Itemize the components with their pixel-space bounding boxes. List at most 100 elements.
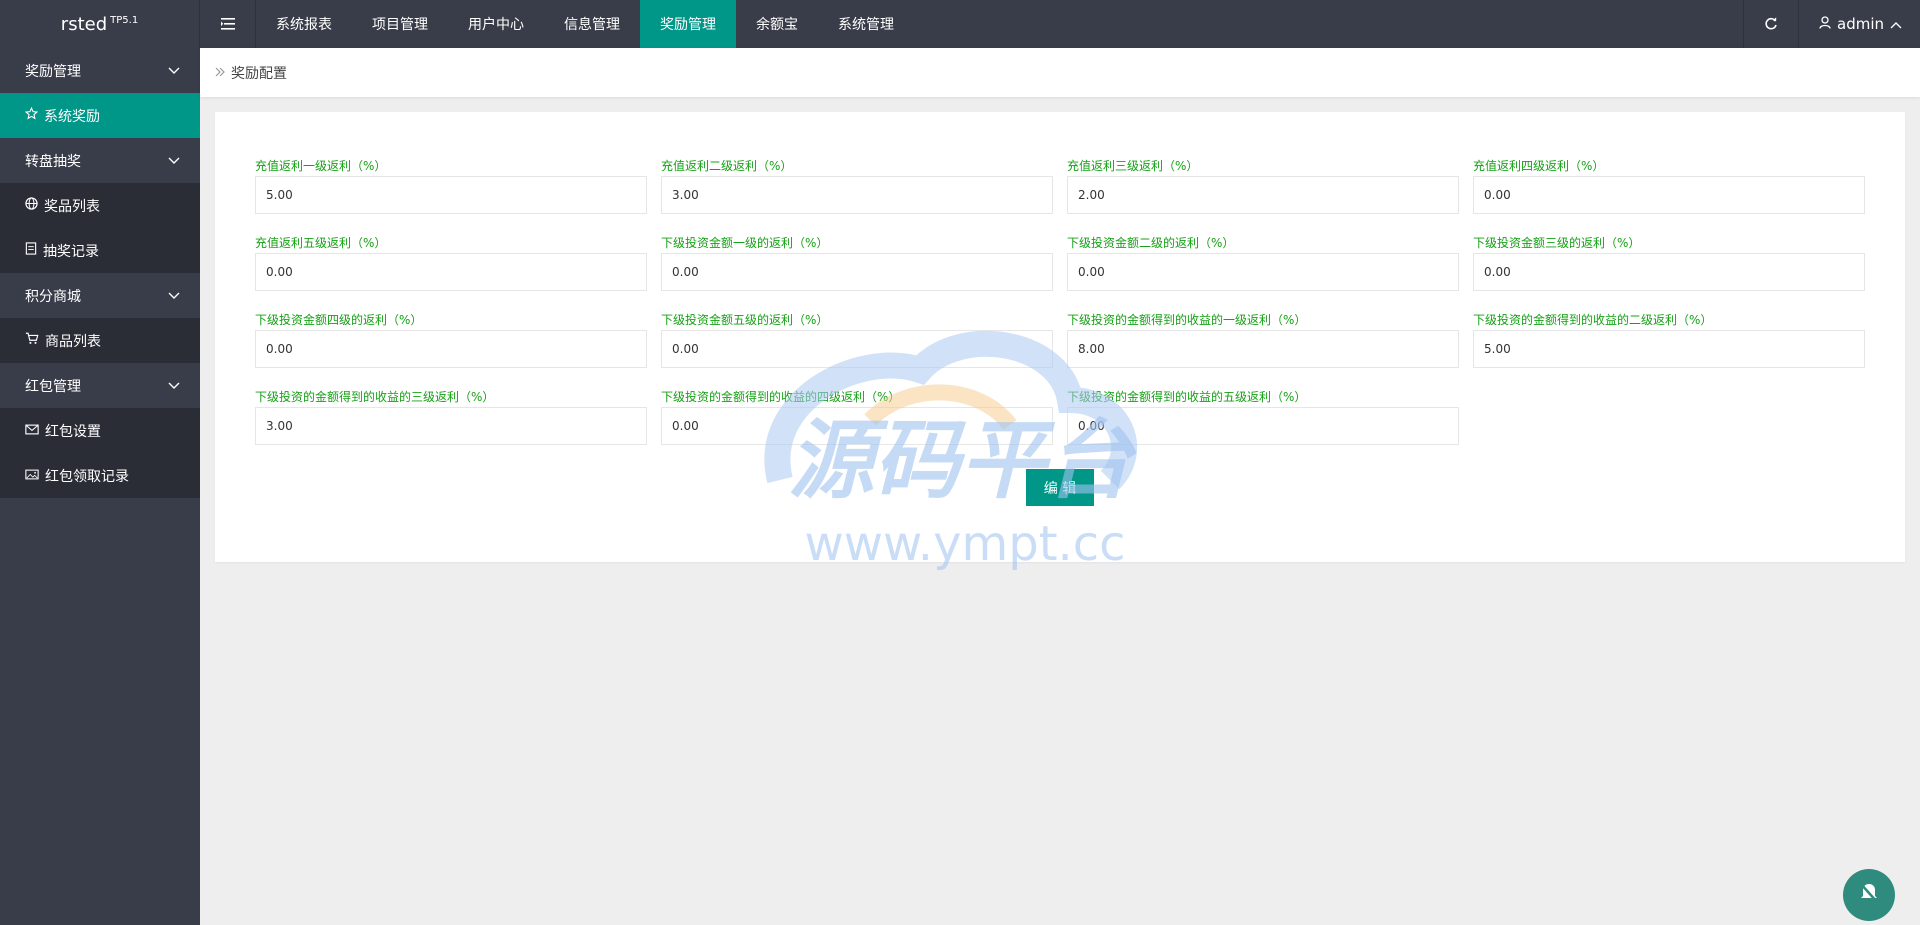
income-rebate-level1-input[interactable] <box>1067 330 1459 368</box>
reward-config-card: 充值返利一级返利（%） 充值返利二级返利（%） 充值返利三级返利（%） 充值返利… <box>215 112 1905 562</box>
breadcrumb-current: 奖励配置 <box>231 65 287 82</box>
invest-rebate-level5-input[interactable] <box>661 330 1053 368</box>
nav-item-info[interactable]: 信息管理 <box>544 0 640 48</box>
sidebar-item-label: 商品列表 <box>45 333 101 350</box>
nav-item-rewards[interactable]: 奖励管理 <box>640 0 736 48</box>
invest-rebate-level1-input[interactable] <box>661 253 1053 291</box>
sidebar-group-lottery[interactable]: 转盘抽奖 <box>0 138 200 183</box>
field-label: 下级投资金额五级的返利（%） <box>661 313 829 327</box>
sidebar-group-points-mall[interactable]: 积分商城 <box>0 273 200 318</box>
reward-form: 充值返利一级返利（%） 充值返利二级返利（%） 充值返利三级返利（%） 充值返利… <box>255 156 1865 464</box>
form-field: 下级投资的金额得到的收益的二级返利（%） <box>1473 310 1865 387</box>
edit-button[interactable]: 编 辑 <box>1026 469 1094 506</box>
form-field: 下级投资金额一级的返利（%） <box>661 233 1053 310</box>
income-rebate-level4-input[interactable] <box>661 407 1053 445</box>
chevron-down-icon <box>168 153 180 169</box>
field-label: 下级投资的金额得到的收益的五级返利（%） <box>1067 390 1307 404</box>
cart-icon <box>25 332 39 349</box>
username: admin <box>1837 15 1884 33</box>
brand-version: TP5.1 <box>110 14 139 26</box>
form-field: 充值返利四级返利（%） <box>1473 156 1865 233</box>
income-rebate-level3-input[interactable] <box>255 407 647 445</box>
field-label: 下级投资金额四级的返利（%） <box>255 313 423 327</box>
form-field: 下级投资金额四级的返利（%） <box>255 310 647 387</box>
user-menu[interactable]: admin <box>1799 0 1920 48</box>
envelope-icon <box>25 423 39 439</box>
sidebar-item-label: 系统奖励 <box>44 108 100 125</box>
recharge-rebate-level4-input[interactable] <box>1473 176 1865 214</box>
income-rebate-level2-input[interactable] <box>1473 330 1865 368</box>
logo[interactable]: rsted TP5.1 <box>0 0 200 48</box>
nav-item-yuebao[interactable]: 余额宝 <box>736 0 818 48</box>
invest-rebate-level2-input[interactable] <box>1067 253 1459 291</box>
form-field: 下级投资的金额得到的收益的五级返利（%） <box>1067 387 1459 464</box>
sidebar-group-label: 积分商城 <box>25 288 81 305</box>
floating-action-bubble[interactable] <box>1843 869 1895 921</box>
invest-rebate-level4-input[interactable] <box>255 330 647 368</box>
field-label: 下级投资的金额得到的收益的三级返利（%） <box>255 390 495 404</box>
double-chevron-right-icon <box>215 65 225 81</box>
field-label: 下级投资的金额得到的收益的二级返利（%） <box>1473 313 1713 327</box>
field-label: 下级投资金额一级的返利（%） <box>661 236 829 250</box>
invest-rebate-level3-input[interactable] <box>1473 253 1865 291</box>
sidebar-item-label: 抽奖记录 <box>43 243 99 260</box>
field-label: 充值返利二级返利（%） <box>661 159 793 173</box>
top-nav: 系统报表 项目管理 用户中心 信息管理 奖励管理 余额宝 系统管理 <box>256 0 914 48</box>
chevron-down-icon <box>168 378 180 394</box>
field-label: 下级投资金额三级的返利（%） <box>1473 236 1641 250</box>
brand-name: rsted <box>60 13 108 35</box>
breadcrumb: 奖励配置 <box>200 48 1920 97</box>
sidebar-item-system-rewards[interactable]: 系统奖励 <box>0 93 200 138</box>
recharge-rebate-level5-input[interactable] <box>255 253 647 291</box>
chevron-up-icon <box>1890 15 1902 33</box>
sidebar-item-red-packet-settings[interactable]: 红包设置 <box>0 408 200 453</box>
form-field: 下级投资的金额得到的收益的一级返利（%） <box>1067 310 1459 387</box>
form-field: 充值返利五级返利（%） <box>255 233 647 310</box>
document-icon <box>25 242 37 259</box>
menu-toggle-icon[interactable] <box>200 0 256 48</box>
field-label: 充值返利五级返利（%） <box>255 236 387 250</box>
field-label: 充值返利三级返利（%） <box>1067 159 1199 173</box>
chevron-down-icon <box>168 63 180 79</box>
form-field: 下级投资金额三级的返利（%） <box>1473 233 1865 310</box>
recharge-rebate-level2-input[interactable] <box>661 176 1053 214</box>
recharge-rebate-level1-input[interactable] <box>255 176 647 214</box>
chevron-down-icon <box>168 288 180 304</box>
recharge-rebate-level3-input[interactable] <box>1067 176 1459 214</box>
image-icon <box>25 468 39 484</box>
form-field: 下级投资的金额得到的收益的三级返利（%） <box>255 387 647 464</box>
sidebar-item-red-packet-records[interactable]: 红包领取记录 <box>0 453 200 498</box>
sidebar-group-red-packet[interactable]: 红包管理 <box>0 363 200 408</box>
field-label: 下级投资金额二级的返利（%） <box>1067 236 1235 250</box>
field-label: 充值返利四级返利（%） <box>1473 159 1605 173</box>
sidebar-group-label: 奖励管理 <box>25 63 81 80</box>
nav-item-users[interactable]: 用户中心 <box>448 0 544 48</box>
refresh-icon[interactable] <box>1743 0 1799 48</box>
sidebar-item-product-list[interactable]: 商品列表 <box>0 318 200 363</box>
sidebar: 奖励管理 系统奖励 转盘抽奖 奖品列表 抽奖记录 积分商城 商品列表 红包管理 … <box>0 48 200 925</box>
form-field: 充值返利三级返利（%） <box>1067 156 1459 233</box>
sidebar-group-label: 红包管理 <box>25 378 81 395</box>
field-label: 下级投资的金额得到的收益的四级返利（%） <box>661 390 901 404</box>
star-icon <box>24 106 39 124</box>
sidebar-item-label: 奖品列表 <box>44 198 100 215</box>
globe-icon <box>25 197 38 214</box>
form-field: 充值返利二级返利（%） <box>661 156 1053 233</box>
nav-item-projects[interactable]: 项目管理 <box>352 0 448 48</box>
nav-item-reports[interactable]: 系统报表 <box>256 0 352 48</box>
sidebar-item-prize-list[interactable]: 奖品列表 <box>0 183 200 228</box>
income-rebate-level5-input[interactable] <box>1067 407 1459 445</box>
user-icon <box>1819 15 1831 33</box>
form-field: 充值返利一级返利（%） <box>255 156 647 233</box>
sidebar-item-lottery-records[interactable]: 抽奖记录 <box>0 228 200 273</box>
top-right: admin <box>1743 0 1920 48</box>
bell-off-icon <box>1857 881 1881 909</box>
sidebar-item-label: 红包设置 <box>45 423 101 440</box>
field-label: 充值返利一级返利（%） <box>255 159 387 173</box>
nav-item-system[interactable]: 系统管理 <box>818 0 914 48</box>
form-field: 下级投资的金额得到的收益的四级返利（%） <box>661 387 1053 464</box>
form-field: 下级投资金额五级的返利（%） <box>661 310 1053 387</box>
sidebar-group-label: 转盘抽奖 <box>25 153 81 170</box>
sidebar-item-label: 红包领取记录 <box>45 468 129 485</box>
sidebar-group-rewards[interactable]: 奖励管理 <box>0 48 200 93</box>
